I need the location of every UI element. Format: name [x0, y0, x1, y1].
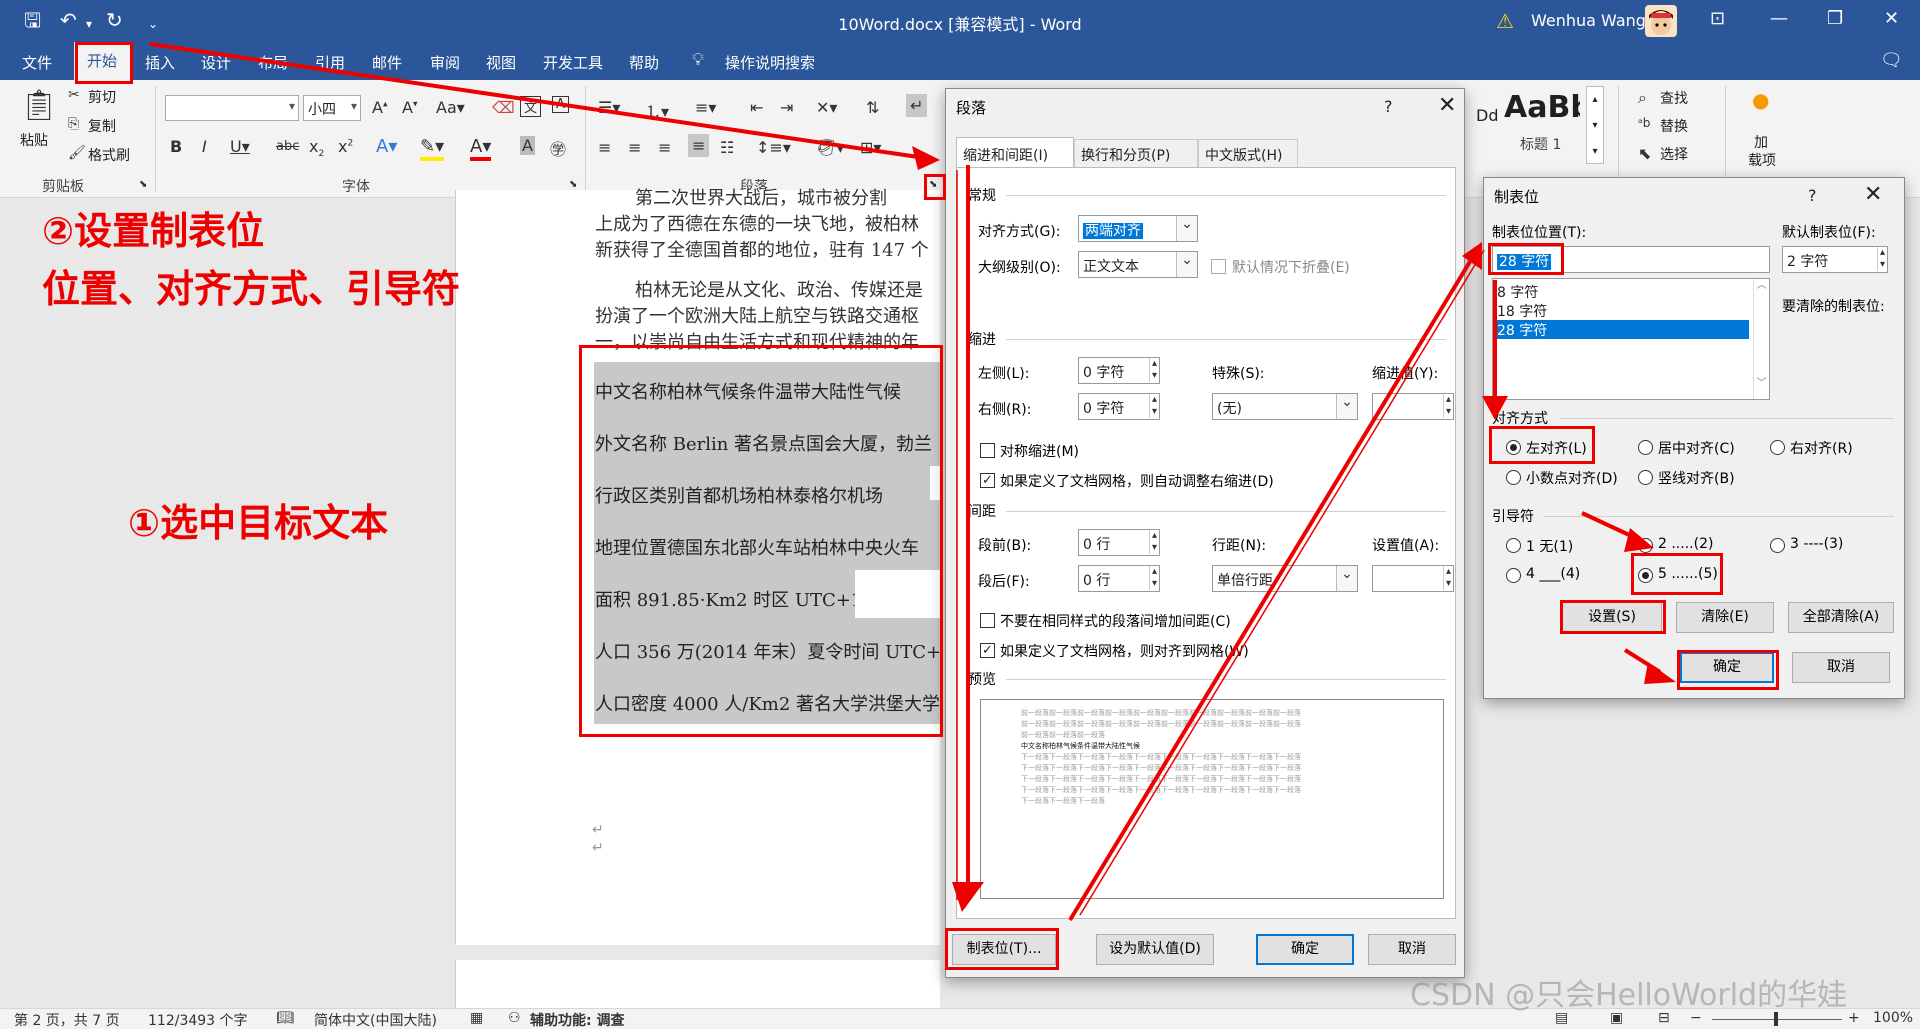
language-status[interactable]: 简体中文(中国大陆)	[314, 1010, 437, 1029]
word-count[interactable]: 112/3493 个字	[148, 1010, 248, 1029]
proofing-icon[interactable]: 📖︎	[276, 1010, 294, 1026]
page-count[interactable]: 第 2 页，共 7 页	[14, 1010, 120, 1029]
track-changes-icon[interactable]: ▦	[470, 1010, 483, 1026]
annotation-arrows	[149, 42, 1676, 922]
zoom-level[interactable]: 100%	[1873, 1010, 1913, 1026]
watermark: CSDN @只会HelloWorld的华娃	[1410, 978, 1848, 1013]
zoom-in-icon[interactable]: +	[1848, 1010, 1860, 1026]
zoom-thumb[interactable]	[1774, 1012, 1778, 1026]
accessibility-status[interactable]: 辅助功能: 调查	[530, 1010, 624, 1029]
accessibility-icon[interactable]: ⚇	[508, 1010, 521, 1026]
